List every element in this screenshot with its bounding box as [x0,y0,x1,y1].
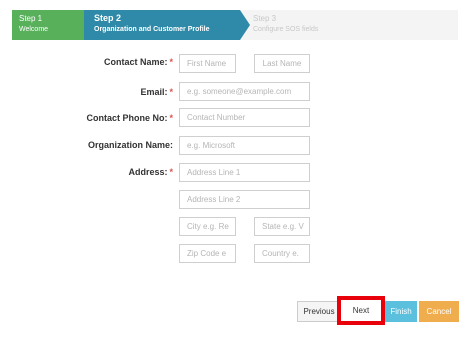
step-number: Step 3 [253,14,277,23]
wizard-step-welcome[interactable]: Step 1 Welcome [12,10,84,40]
state-input[interactable]: State e.g. V [254,217,310,236]
contact-name-label: Contact Name: * [103,57,173,67]
step-name: Organization and Customer Profile [94,26,210,33]
organization-input[interactable]: e.g. Microsoft [179,136,310,155]
previous-button[interactable]: Previous [297,301,341,322]
required-marker: * [169,167,173,177]
email-input[interactable]: e.g. someone@example.com [179,82,310,101]
required-marker: * [169,57,173,67]
cancel-button[interactable]: Cancel [419,301,459,322]
address-line2-input[interactable]: Address Line 2 [179,190,310,209]
phone-input[interactable]: Contact Number [179,108,310,127]
required-marker: * [169,87,173,97]
required-marker: * [169,113,173,123]
wizard-step-sos-fields[interactable]: Step 3 Configure SOS fields [240,10,330,40]
address-line1-input[interactable]: Address Line 1 [179,163,310,182]
step-number: Step 2 [94,13,122,23]
next-button[interactable]: Next [337,296,385,325]
finish-button[interactable]: Finish [385,301,417,322]
step-number: Step 1 [19,14,43,23]
wizard-progress: Step 1 Welcome Step 2 Organization and C… [12,10,458,40]
organization-label: Organization Name: [87,140,173,150]
step-name: Welcome [19,26,49,33]
phone-label: Contact Phone No: * [86,113,173,123]
email-label: Email: * [140,87,173,97]
step-name: Configure SOS fields [253,26,319,33]
last-name-input[interactable]: Last Name [254,54,310,73]
first-name-input[interactable]: First Name [179,54,236,73]
wizard-step-organization[interactable]: Step 2 Organization and Customer Profile [84,10,240,40]
address-label: Address: * [128,167,173,177]
zip-code-input[interactable]: Zip Code e [179,244,236,263]
country-input[interactable]: Country e. [254,244,310,263]
city-input[interactable]: City e.g. Re [179,217,236,236]
